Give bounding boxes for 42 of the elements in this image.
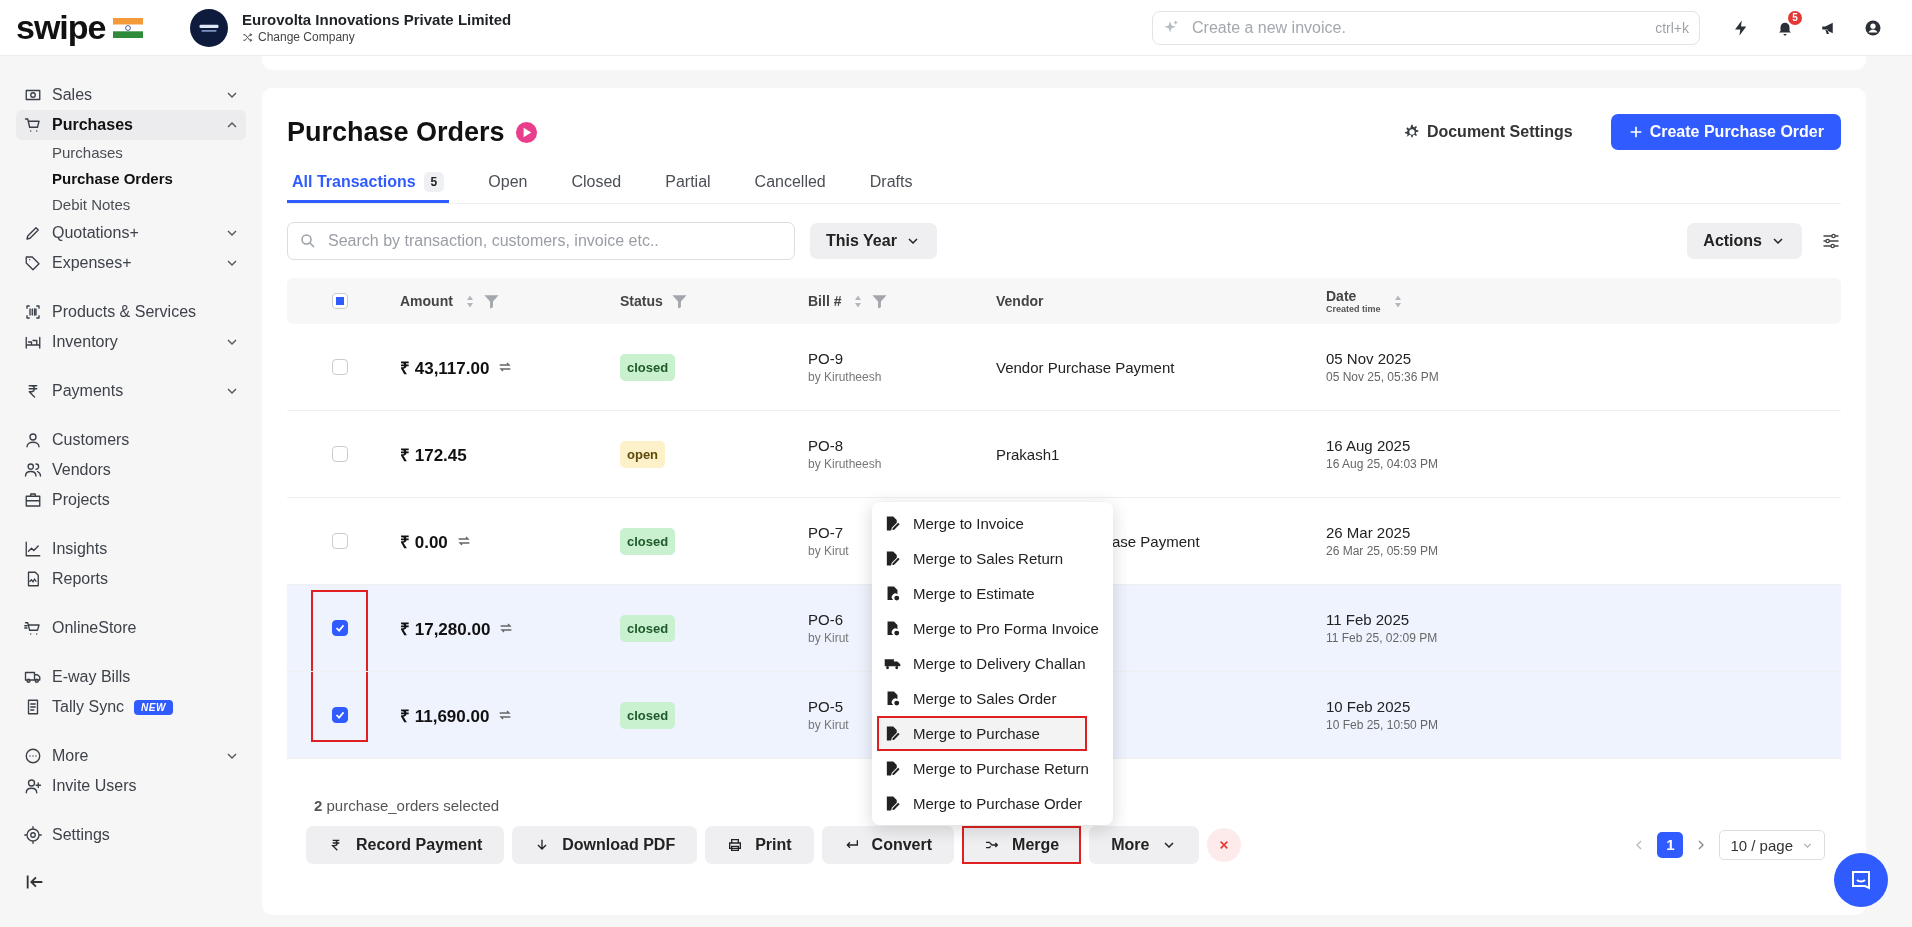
author-text: by Kirutheesh [808,457,882,471]
vendor-name: ase Payment [1112,532,1200,550]
column-header: Bill # [808,293,842,309]
date-text: 26 Mar 2025 [1326,524,1411,541]
author-text: by Kirut [808,544,849,558]
date-text: 16 Aug 2025 [1326,437,1411,454]
status-tag: open [620,440,666,468]
amount-text: ₹ 172.45 [400,444,467,466]
created-time: 26 Mar 25, 05:59 PM [1326,544,1439,558]
created-time: 16 Aug 25, 04:03 PM [1326,457,1439,471]
swipe-logo: swipe [16,8,106,47]
created-time: 10 Feb 25, 10:50 PM [1326,718,1439,732]
date-text: 11 Feb 2025 [1326,611,1410,628]
column-header: Vendor [996,293,1044,309]
amount-text: ₹ 0.00 [400,531,448,553]
page-title: Purchase Orders [287,116,505,148]
vendor-name: Vendor Purchase Payment [996,358,1175,376]
column-header: Amount [400,293,453,309]
column-header: Date [1326,288,1358,304]
amount-text: ₹ 43,117.00 [400,357,490,379]
created-time: 11 Feb 25, 02:09 PM [1326,631,1438,645]
status-tag: closed [620,527,676,555]
author-text: by Kirut [808,631,849,645]
status-tag: closed [620,614,676,642]
status-tag: closed [620,353,676,381]
vendor-name: Prakash1 [996,445,1060,463]
status-tag: closed [620,701,676,729]
date-text: 10 Feb 2025 [1326,698,1411,715]
column-subheader: Created time [1326,304,1381,314]
created-time: 05 Nov 25, 05:36 PM [1326,370,1439,384]
new-badge: NEW [134,699,173,715]
selection-count: 2 purchase_orders selected [314,797,500,814]
company-name: Eurovolta Innovations Private Limited [242,11,512,28]
amount-text: ₹ 11,690.00 [400,705,490,727]
date-text: 05 Nov 2025 [1326,350,1412,367]
amount-text: ₹ 17,280.00 [400,618,491,640]
column-header: Status [620,293,663,309]
count-badge: 5 [423,172,445,192]
shortcut-hint: ctrl+k [1655,19,1689,36]
notification-badge: 5 [1788,10,1802,25]
author-text: by Kirutheesh [808,370,882,384]
author-text: by Kirut [808,718,849,732]
